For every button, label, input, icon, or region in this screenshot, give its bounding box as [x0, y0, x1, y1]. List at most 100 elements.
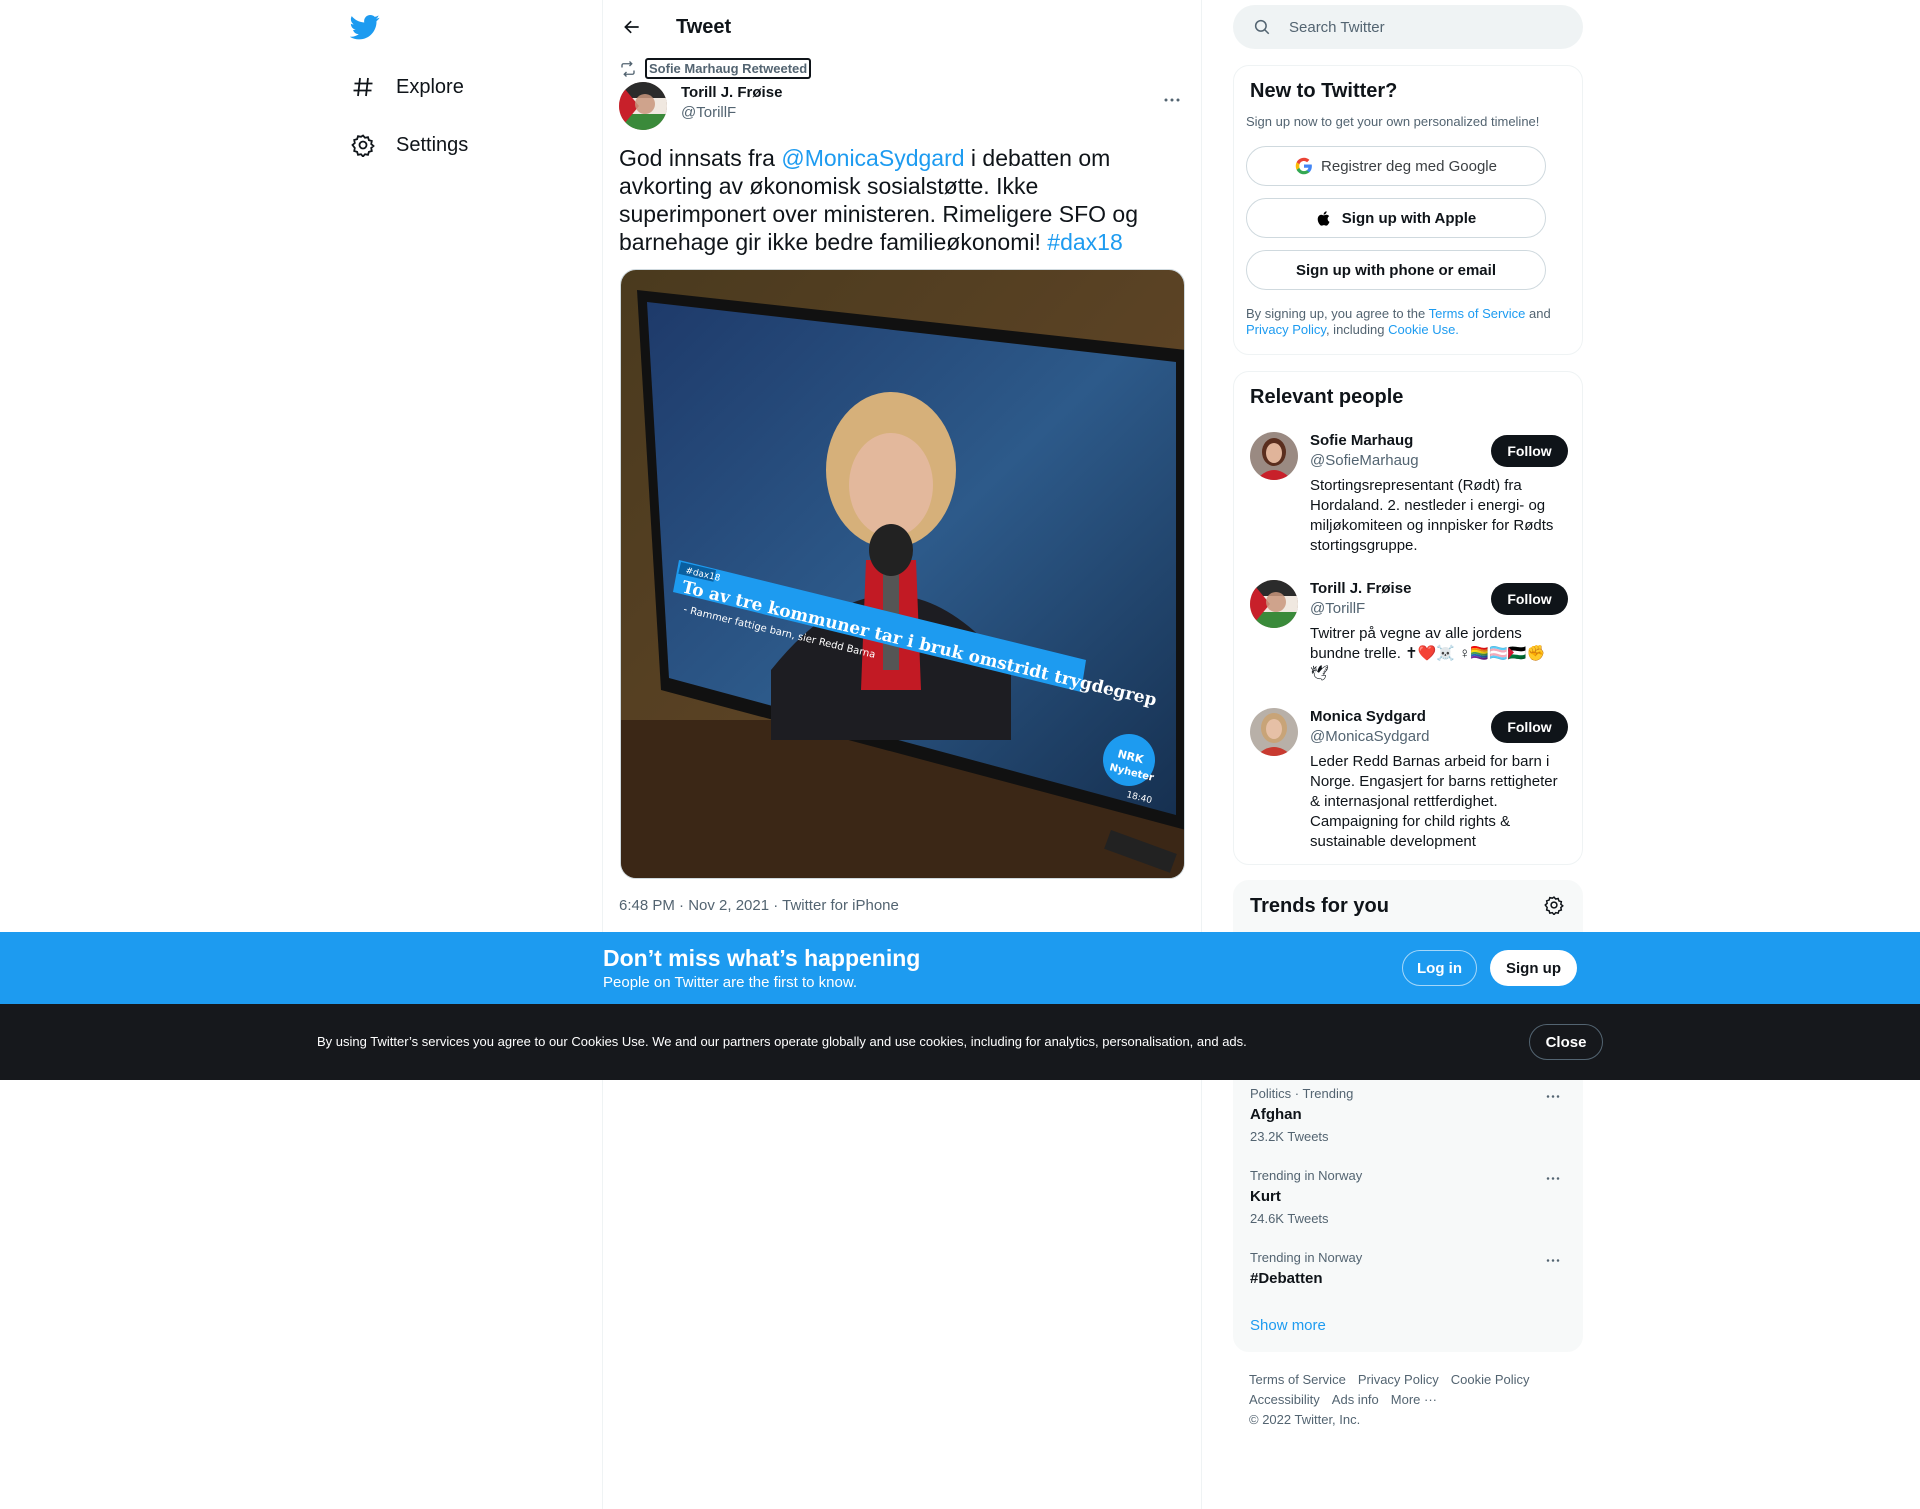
banner-subtitle: People on Twitter are the first to know.: [603, 974, 858, 991]
retweeted-by-link[interactable]: Sofie Marhaug Retweeted: [645, 58, 812, 79]
apple-signup-label: Sign up with Apple: [1341, 209, 1477, 227]
new-to-twitter-subtitle: Sign up now to get your own personalized…: [1246, 114, 1540, 129]
more-dots-icon: [1546, 1094, 1560, 1098]
apple-icon: [1316, 209, 1334, 227]
signup-button[interactable]: Sign up: [1490, 950, 1577, 986]
person-handle[interactable]: @TorillF: [1310, 600, 1365, 617]
footer-links: Terms of Service Privacy Policy Cookie Pol…: [1249, 1370, 1579, 1430]
follow-button[interactable]: Follow: [1491, 583, 1568, 615]
new-to-twitter-title: New to Twitter?: [1250, 80, 1398, 102]
page-title: Tweet: [676, 16, 732, 38]
author-avatar[interactable]: [619, 82, 667, 130]
nav-item-settings[interactable]: Settings: [350, 120, 468, 170]
author-handle[interactable]: @TorillF: [681, 104, 736, 121]
trend-name: Kurt: [1250, 1188, 1281, 1205]
relevant-people-card: Relevant people Sofie Marhaug @SofieMarh…: [1233, 371, 1583, 865]
tweet-header: Tweet: [603, 0, 1203, 54]
trend-item[interactable]: Trending in Norway Kurt 24.6K Tweets: [1250, 1168, 1568, 1226]
person-handle[interactable]: @SofieMarhaug: [1310, 452, 1419, 469]
person-avatar[interactable]: [1250, 432, 1298, 480]
search-input[interactable]: [1289, 18, 1549, 36]
mention-link[interactable]: @MonicaSydgard: [781, 145, 964, 171]
tweet-more-button[interactable]: [1157, 90, 1187, 110]
trend-meta: Trending in Norway: [1250, 1168, 1363, 1183]
trend-item[interactable]: Politics · Trending Afghan 23.2K Tweets: [1250, 1086, 1568, 1144]
trend-more-button[interactable]: [1538, 1086, 1568, 1106]
trend-count: 23.2K Tweets: [1250, 1129, 1329, 1144]
trends-show-more-link[interactable]: Show more: [1250, 1317, 1326, 1334]
google-signup-label: Registrer deg med Google: [1321, 157, 1497, 175]
tweet-text-part: God innsats fra: [619, 145, 782, 171]
person-bio: Twitrer på vegne av alle jordens bundne …: [1310, 625, 1546, 682]
back-button[interactable]: [617, 12, 647, 42]
search-box[interactable]: [1233, 5, 1583, 49]
arrow-left-icon: [624, 20, 639, 34]
google-signup-button[interactable]: Registrer deg med Google: [1246, 146, 1546, 186]
more-dots-icon: [1546, 1176, 1560, 1180]
tweet-photo[interactable]: #dax18 To av tre kommuner tar i bruk oms…: [620, 269, 1185, 879]
gear-icon: [1544, 896, 1564, 916]
trends-title: Trends for you: [1250, 895, 1389, 917]
footer-link-cookie[interactable]: Cookie Policy: [1451, 1370, 1530, 1390]
footer-link-privacy[interactable]: Privacy Policy: [1358, 1370, 1439, 1390]
main-column: Tweet Sofie Marhaug Retweeted Torill J. …: [602, 0, 1202, 1509]
terms-text-part: and: [1525, 306, 1551, 321]
gear-icon: [350, 132, 376, 158]
footer-link-terms[interactable]: Terms of Service: [1249, 1370, 1346, 1390]
signup-terms: By signing up, you agree to the Terms of…: [1246, 306, 1566, 338]
terms-text-part: By signing up, you agree to the: [1246, 306, 1429, 321]
hashtag-icon: [350, 74, 376, 100]
person-handle[interactable]: @MonicaSydgard: [1310, 728, 1429, 745]
person-bio: Leder Redd Barnas arbeid for barn i Norg…: [1310, 753, 1558, 850]
banner-title: Don’t miss what’s happening: [603, 945, 921, 971]
person-bio: Stortingsrepresentant (Rødt) fra Hordala…: [1310, 477, 1554, 554]
trend-name: #Debatten: [1250, 1270, 1323, 1287]
search-icon: [1254, 19, 1270, 35]
trend-item[interactable]: Trending in Norway #Debatten: [1250, 1250, 1568, 1287]
terms-of-service-link[interactable]: Terms of Service: [1429, 306, 1526, 321]
nav-label-settings: Settings: [396, 133, 469, 156]
cookie-notice-text: By using Twitter’s services you agree to…: [317, 1034, 1247, 1049]
person-avatar[interactable]: [1250, 580, 1298, 628]
google-icon: [1295, 157, 1313, 175]
cookie-use-link[interactable]: Cookie Use.: [1388, 322, 1459, 337]
twitter-bird-icon[interactable]: [349, 12, 380, 42]
new-to-twitter-card: New to Twitter? Sign up now to get your …: [1233, 65, 1583, 355]
cookie-close-button[interactable]: Close: [1529, 1024, 1603, 1060]
person-name[interactable]: Monica Sydgard: [1310, 708, 1426, 725]
more-dots-icon: [1546, 1258, 1560, 1262]
tweet-author: Torill J. Frøise @TorillF: [619, 82, 1187, 130]
login-button[interactable]: Log in: [1402, 950, 1477, 986]
more-dots-icon: [1164, 98, 1180, 102]
tweet-timestamp[interactable]: 6:48 PM · Nov 2, 2021 · Twitter for iPho…: [619, 897, 899, 914]
nav-item-explore[interactable]: Explore: [350, 62, 464, 112]
trend-more-button[interactable]: [1538, 1250, 1568, 1270]
cookie-consent-bar: By using Twitter’s services you agree to…: [0, 1004, 1920, 1080]
trend-count: 24.6K Tweets: [1250, 1211, 1329, 1226]
relevant-people-title: Relevant people: [1250, 386, 1404, 408]
author-name[interactable]: Torill J. Frøise: [681, 84, 782, 101]
phone-email-signup-label: Sign up with phone or email: [1295, 261, 1496, 279]
nav-label-explore: Explore: [396, 75, 464, 98]
phone-email-signup-button[interactable]: Sign up with phone or email: [1246, 250, 1546, 290]
footer-link-ads[interactable]: Ads info: [1332, 1390, 1379, 1410]
hashtag-link[interactable]: #dax18: [1047, 229, 1122, 255]
apple-signup-button[interactable]: Sign up with Apple: [1246, 198, 1546, 238]
person-name[interactable]: Torill J. Frøise: [1310, 580, 1411, 597]
trend-more-button[interactable]: [1538, 1168, 1568, 1188]
tweet-text: God innsats fra @MonicaSydgard i debatte…: [619, 144, 1187, 256]
footer-link-more[interactable]: More ···: [1391, 1390, 1437, 1410]
signup-banner: Don’t miss what’s happening People on Tw…: [0, 932, 1920, 1004]
privacy-policy-link[interactable]: Privacy Policy: [1246, 322, 1326, 337]
follow-button[interactable]: Follow: [1491, 435, 1568, 467]
footer-link-accessibility[interactable]: Accessibility: [1249, 1390, 1320, 1410]
trend-meta: Trending in Norway: [1250, 1250, 1363, 1265]
person-avatar[interactable]: [1250, 708, 1298, 756]
follow-button[interactable]: Follow: [1491, 711, 1568, 743]
copyright: © 2022 Twitter, Inc.: [1249, 1412, 1361, 1427]
trends-settings-button[interactable]: [1544, 895, 1566, 917]
person-name[interactable]: Sofie Marhaug: [1310, 432, 1413, 449]
retweet-icon: [621, 60, 635, 77]
trend-name: Afghan: [1250, 1106, 1302, 1123]
retweet-context: Sofie Marhaug Retweeted: [619, 58, 812, 79]
